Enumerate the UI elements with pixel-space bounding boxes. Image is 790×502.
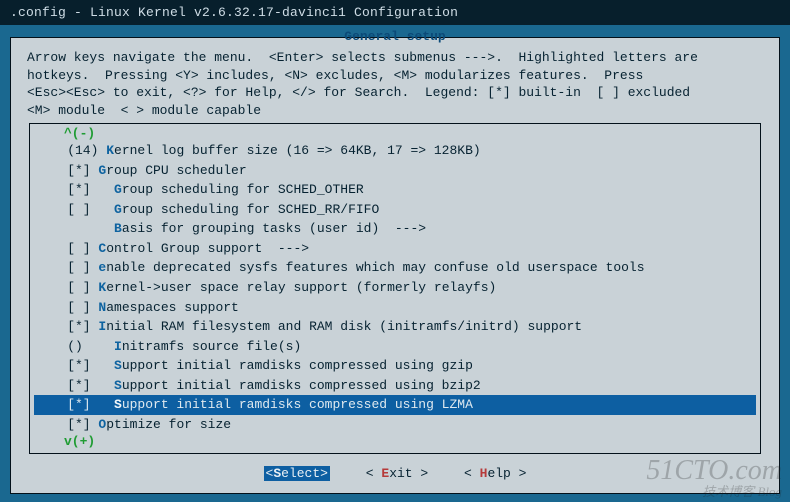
help-button[interactable]: < Help >	[464, 466, 526, 481]
dialog-panel: General setup Arrow keys navigate the me…	[10, 37, 780, 494]
button-bar: <Select> < Exit > < Help >	[11, 460, 779, 483]
panel-title: General setup	[11, 29, 779, 44]
menu-item[interactable]: [*] Group CPU scheduler	[34, 161, 756, 181]
menu-item[interactable]: [*] Optimize for size	[34, 415, 756, 435]
hotkey-char: N	[98, 300, 106, 315]
hotkey-char: G	[114, 202, 122, 217]
hotkey-char: O	[98, 417, 106, 432]
hotkey-char: I	[114, 339, 122, 354]
hotkey-char: S	[114, 397, 122, 412]
exit-button[interactable]: < Exit >	[366, 466, 428, 481]
menu-item[interactable]: [ ] Kernel->user space relay support (fo…	[34, 278, 756, 298]
menu-item[interactable]: [*] Group scheduling for SCHED_OTHER	[34, 180, 756, 200]
hotkey-char: G	[114, 182, 122, 197]
hotkey-char: S	[114, 378, 122, 393]
menu-item[interactable]: [ ] Control Group support --->	[34, 239, 756, 259]
hotkey-char: C	[98, 241, 106, 256]
menu-item[interactable]: () Initramfs source file(s)	[34, 337, 756, 357]
menu-item[interactable]: [*] Support initial ramdisks compressed …	[34, 376, 756, 396]
scroll-down-indicator: v(+)	[34, 434, 756, 449]
hotkey-char: S	[114, 358, 122, 373]
hotkey-char: G	[98, 163, 106, 178]
scroll-up-indicator: ^(-)	[34, 126, 756, 141]
menu-item[interactable]: [*] Support initial ramdisks compressed …	[34, 356, 756, 376]
hotkey-char: K	[98, 280, 106, 295]
hotkey-char: e	[98, 260, 106, 275]
help-text: Arrow keys navigate the menu. <Enter> se…	[11, 47, 779, 119]
menu-item[interactable]: [ ] Namespaces support	[34, 298, 756, 318]
menu-item[interactable]: [ ] enable deprecated sysfs features whi…	[34, 258, 756, 278]
hotkey-char: B	[114, 221, 122, 236]
terminal-area: General setup Arrow keys navigate the me…	[0, 25, 790, 502]
menu-list[interactable]: ^(-) (14) Kernel log buffer size (16 => …	[29, 123, 761, 454]
menu-item[interactable]: [*] Support initial ramdisks compressed …	[34, 395, 756, 415]
menu-item[interactable]: (14) Kernel log buffer size (16 => 64KB,…	[34, 141, 756, 161]
screen: .config - Linux Kernel v2.6.32.17-davinc…	[0, 0, 790, 502]
menu-item[interactable]: [ ] Group scheduling for SCHED_RR/FIFO	[34, 200, 756, 220]
select-button[interactable]: <Select>	[264, 466, 330, 481]
hotkey-char: I	[98, 319, 106, 334]
menu-item[interactable]: [*] Initial RAM filesystem and RAM disk …	[34, 317, 756, 337]
hotkey-char: K	[106, 143, 114, 158]
menu-item[interactable]: Basis for grouping tasks (user id) --->	[34, 219, 756, 239]
window-title: .config - Linux Kernel v2.6.32.17-davinc…	[0, 0, 790, 25]
